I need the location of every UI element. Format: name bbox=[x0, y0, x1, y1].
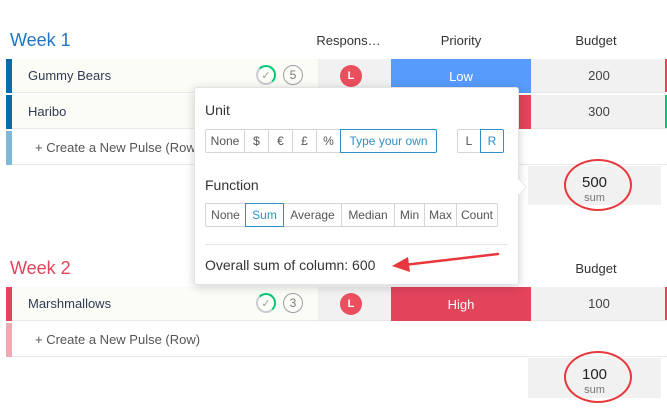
function-section-title: Function bbox=[205, 177, 259, 193]
unit-option-dollar[interactable]: $ bbox=[245, 129, 269, 153]
priority-cell[interactable]: High bbox=[391, 287, 531, 321]
updates-count-badge[interactable]: 5 bbox=[283, 65, 303, 85]
unit-option-custom[interactable]: Type your own bbox=[340, 129, 437, 153]
function-option-none[interactable]: None bbox=[205, 203, 246, 227]
column-header-responsible[interactable]: Respons… bbox=[312, 33, 385, 48]
row-name-cell[interactable]: Marshmallows ✓ 3 bbox=[12, 287, 318, 321]
unit-option-pound[interactable]: £ bbox=[293, 129, 317, 153]
group-title-week-2[interactable]: Week 2 bbox=[10, 258, 71, 279]
highlight-circle bbox=[564, 351, 632, 403]
popup-pointer bbox=[518, 179, 526, 195]
highlight-circle bbox=[564, 159, 632, 211]
updates-count-badge[interactable]: 3 bbox=[283, 293, 303, 313]
column-header-budget[interactable]: Budget bbox=[531, 261, 661, 276]
avatar[interactable]: L bbox=[340, 65, 362, 87]
function-option-max[interactable]: Max bbox=[425, 203, 457, 227]
alignment-options: L R bbox=[457, 129, 504, 153]
check-icon[interactable]: ✓ bbox=[256, 65, 276, 85]
unit-option-euro[interactable]: € bbox=[269, 129, 293, 153]
function-options: None Sum Average Median Min Max Count bbox=[205, 203, 498, 227]
align-right-option[interactable]: R bbox=[480, 129, 504, 153]
budget-value: 300 bbox=[588, 104, 610, 119]
align-left-option[interactable]: L bbox=[457, 129, 481, 153]
group-title-week-1[interactable]: Week 1 bbox=[10, 30, 71, 51]
column-header-budget[interactable]: Budget bbox=[531, 33, 661, 48]
budget-cell[interactable]: 100 bbox=[531, 287, 667, 321]
column-header-priority[interactable]: Priority bbox=[391, 33, 531, 48]
budget-cell[interactable]: 200 bbox=[531, 59, 667, 93]
unit-section-title: Unit bbox=[205, 102, 230, 118]
budget-value: 100 bbox=[588, 296, 610, 311]
function-option-average[interactable]: Average bbox=[284, 203, 342, 227]
create-pulse-cell[interactable]: + Create a New Pulse (Row) bbox=[12, 323, 667, 357]
unit-option-percent[interactable]: % bbox=[317, 129, 341, 153]
overall-sum-text: Overall sum of column: 600 bbox=[205, 257, 376, 273]
function-option-count[interactable]: Count bbox=[457, 203, 498, 227]
popup-divider bbox=[205, 244, 508, 245]
function-option-median[interactable]: Median bbox=[342, 203, 395, 227]
row-name[interactable]: Marshmallows bbox=[28, 296, 111, 311]
row-name[interactable]: Haribo bbox=[28, 104, 66, 119]
row-name[interactable]: Gummy Bears bbox=[28, 68, 111, 83]
check-icon[interactable]: ✓ bbox=[256, 293, 276, 313]
unit-option-none[interactable]: None bbox=[205, 129, 245, 153]
function-option-sum[interactable]: Sum bbox=[245, 203, 284, 227]
annotation-arrow-icon bbox=[392, 252, 500, 272]
function-option-min[interactable]: Min bbox=[395, 203, 425, 227]
table-row[interactable]: Marshmallows ✓ 3 L High 100 bbox=[6, 287, 667, 321]
avatar[interactable]: L bbox=[340, 293, 362, 315]
create-pulse-row[interactable]: + Create a New Pulse (Row) bbox=[6, 323, 667, 357]
responsible-cell[interactable]: L bbox=[318, 287, 391, 321]
budget-cell[interactable]: 300 bbox=[531, 95, 667, 129]
budget-value: 200 bbox=[588, 68, 610, 83]
create-pulse-link[interactable]: + Create a New Pulse (Row) bbox=[35, 140, 200, 155]
unit-options: None $ € £ % Type your own bbox=[205, 129, 437, 153]
create-pulse-link[interactable]: + Create a New Pulse (Row) bbox=[35, 332, 200, 347]
